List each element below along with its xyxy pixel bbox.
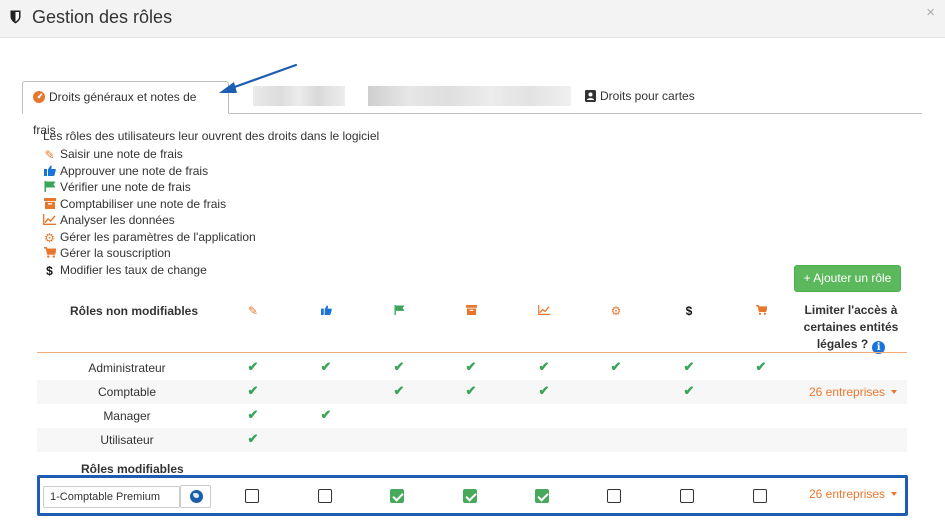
- tab-redacted-2[interactable]: [368, 86, 571, 106]
- table-row-administrateur: Administrateur ✔ ✔ ✔ ✔ ✔ ✔ ✔ ✔: [37, 356, 907, 380]
- edit-icon: ✎: [44, 148, 55, 162]
- dollar-icon: $: [685, 304, 693, 318]
- global-role-button[interactable]: [180, 485, 211, 508]
- right-checkbox-analyze[interactable]: [535, 489, 549, 503]
- check-icon: ✔: [247, 407, 259, 422]
- right-checkbox-approve[interactable]: [318, 489, 332, 503]
- fixed-roles-header: Rôles non modifiables: [70, 304, 199, 318]
- cart-icon: [43, 246, 57, 262]
- add-role-button[interactable]: + Ajouter un rôle: [794, 265, 901, 292]
- check-icon: ✔: [320, 359, 332, 374]
- legend-label: Modifier les taux de change: [60, 262, 207, 277]
- caret-down-icon: [891, 390, 898, 394]
- legend-label: Approuver une note de frais: [60, 163, 209, 178]
- check-icon: ✔: [683, 383, 695, 398]
- thumbs-up-icon: [43, 164, 56, 180]
- cart-icon: [754, 304, 768, 318]
- line-chart-icon: [43, 213, 56, 229]
- check-icon: ✔: [465, 383, 477, 398]
- check-icon: ✔: [247, 431, 259, 446]
- limit-header-line: légales ?: [816, 337, 869, 351]
- legal-entities-count: 26 entreprises: [809, 487, 886, 501]
- check-icon: ✔: [538, 383, 550, 398]
- role-name: Manager: [103, 409, 151, 423]
- table-header-divider: [37, 352, 907, 353]
- right-checkbox-account[interactable]: [463, 489, 477, 503]
- tachometer-icon: [33, 84, 45, 115]
- legend-label: Saisir une note de frais: [60, 147, 183, 161]
- legend-item-exchange: $ Modifier les taux de change: [43, 262, 256, 279]
- caret-down-icon: [891, 492, 898, 496]
- edit-icon: ✎: [247, 304, 259, 318]
- thumbs-up-icon: [319, 304, 333, 318]
- dialog-title: Gestion des rôles: [32, 7, 173, 27]
- annotation-arrow: [219, 63, 298, 93]
- permissions-legend: ✎ Saisir une note de frais Approuver une …: [43, 146, 256, 278]
- role-name: Comptable: [97, 385, 157, 399]
- right-checkbox-settings[interactable]: [607, 489, 621, 503]
- legend-item-edit: ✎ Saisir une note de frais: [43, 146, 256, 163]
- legend-item-account: Comptabiliser une note de frais: [43, 196, 256, 213]
- right-checkbox-subscription[interactable]: [753, 489, 767, 503]
- check-icon: ✔: [247, 359, 259, 374]
- legal-entities-dropdown[interactable]: 26 entreprises: [809, 487, 898, 501]
- table-row-utilisateur: Utilisateur ✔: [37, 428, 907, 452]
- right-checkbox-verify[interactable]: [390, 489, 404, 503]
- tab-general-rights[interactable]: Droits généraux et notes de frais: [22, 81, 229, 137]
- contact-card-icon: [585, 83, 596, 114]
- legend-item-analyze: Analyser les données: [43, 212, 256, 229]
- tab-card-rights[interactable]: Droits pour cartes: [575, 81, 705, 114]
- check-icon: ✔: [610, 359, 622, 374]
- archive-icon: [464, 304, 478, 318]
- tab-card-rights-label: Droits pour cartes: [600, 89, 695, 103]
- line-chart-icon: [537, 304, 551, 318]
- close-icon[interactable]: ×: [926, 4, 935, 21]
- editable-roles-header: Rôles modifiables: [81, 462, 184, 476]
- legend-item-verify: Vérifier une note de frais: [43, 179, 256, 196]
- legal-entities-count: 26 entreprises: [809, 385, 886, 399]
- flag-icon: [43, 180, 56, 196]
- archive-icon: [43, 197, 56, 213]
- dialog-header: Gestion des rôles ×: [0, 0, 945, 38]
- check-icon: ✔: [393, 383, 405, 398]
- check-icon: ✔: [247, 383, 259, 398]
- check-icon: ✔: [320, 407, 332, 422]
- gear-icon: ⚙: [44, 230, 55, 245]
- legend-label: Analyser les données: [60, 213, 175, 227]
- dollar-icon: $: [46, 263, 53, 278]
- role-name: Utilisateur: [100, 433, 154, 447]
- right-checkbox-exchange[interactable]: [680, 489, 694, 503]
- check-icon: ✔: [393, 359, 405, 374]
- check-icon: ✔: [538, 359, 550, 374]
- legend-item-approve: Approuver une note de frais: [43, 163, 256, 180]
- legend-label: Vérifier une note de frais: [60, 180, 191, 194]
- flag-icon: [392, 304, 406, 318]
- legend-label: Gérer la souscription: [60, 246, 171, 260]
- role-name: Administrateur: [88, 361, 166, 375]
- check-icon: ✔: [755, 359, 767, 374]
- legend-label: Comptabiliser une note de frais: [60, 196, 227, 211]
- legend-label: Gérer les paramètres de l'application: [60, 229, 256, 244]
- legal-entities-dropdown[interactable]: 26 entreprises: [809, 385, 898, 399]
- table-row-manager: Manager ✔ ✔: [37, 404, 907, 428]
- limit-header-line: certaines entités: [803, 320, 899, 334]
- table-row-comptable: Comptable ✔ ✔ ✔ ✔ ✔ 26 entreprises: [37, 380, 907, 404]
- limit-header-line: Limiter l'accès à: [804, 303, 898, 317]
- legend-item-subscription: Gérer la souscription: [43, 245, 256, 262]
- check-icon: ✔: [465, 359, 477, 374]
- role-name-input[interactable]: [43, 486, 180, 508]
- globe-icon: [190, 490, 203, 503]
- gear-icon: ⚙: [610, 304, 622, 318]
- intro-text: Les rôles des utilisateurs leur ouvrent …: [43, 129, 380, 143]
- check-icon: ✔: [683, 359, 695, 374]
- right-checkbox-edit[interactable]: [245, 489, 259, 503]
- legend-item-settings: ⚙ Gérer les paramètres de l'application: [43, 229, 256, 246]
- limit-legal-entities-header: Limiter l'accès à certaines entités léga…: [800, 302, 902, 354]
- shield-icon: [10, 10, 21, 24]
